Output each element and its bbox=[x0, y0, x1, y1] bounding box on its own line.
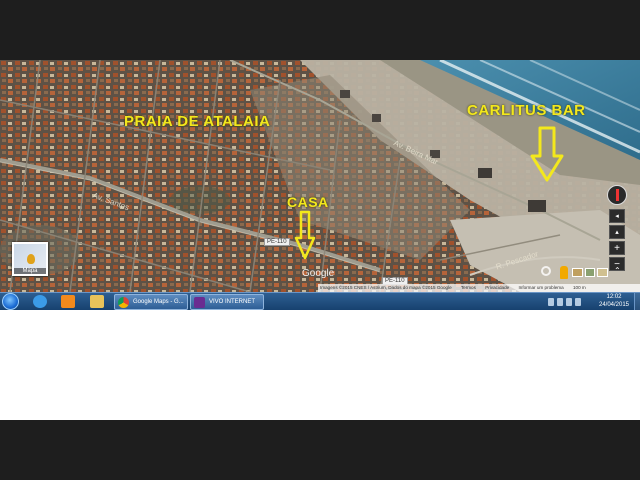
volume-icon[interactable] bbox=[557, 298, 563, 306]
screenshot-frame: PRAIA DE ATALAIA CARLITUS BAR CASA Av. S… bbox=[0, 0, 640, 480]
praia-de-atalaia-label: PRAIA DE ATALAIA bbox=[124, 113, 271, 130]
map-type-label: Mapa bbox=[14, 268, 46, 274]
map-attribution: Imagens ©2015 CNES / Astrium, Dados do m… bbox=[318, 284, 640, 292]
street-view-pegman-icon[interactable] bbox=[560, 266, 568, 279]
clock-time: 12:02 bbox=[606, 294, 622, 300]
taskbar-clock[interactable]: 12:02 24/04/2015 bbox=[596, 294, 632, 309]
start-button[interactable] bbox=[2, 293, 19, 310]
chrome-icon bbox=[118, 297, 129, 308]
report-problem-link[interactable]: Informar um problema bbox=[518, 285, 563, 290]
show-desktop-button[interactable] bbox=[634, 293, 640, 311]
settings-gear-icon[interactable] bbox=[541, 266, 551, 276]
carlitus-arrow-icon bbox=[530, 126, 564, 182]
satellite-map[interactable]: PRAIA DE ATALAIA CARLITUS BAR CASA Av. S… bbox=[0, 60, 640, 292]
imagery-strip[interactable] bbox=[572, 268, 609, 277]
map-type-thumbnail[interactable]: Mapa bbox=[12, 242, 48, 276]
file-explorer-icon[interactable] bbox=[90, 295, 104, 308]
windows-taskbar: Google Maps - G... VIVO INTERNET 12:02 2… bbox=[0, 292, 640, 311]
network-icon[interactable] bbox=[566, 298, 572, 306]
internet-explorer-icon[interactable] bbox=[33, 295, 47, 308]
google-logo: Google bbox=[302, 268, 335, 279]
terms-link[interactable]: Termos bbox=[461, 285, 476, 290]
route-badge: PE-110 bbox=[264, 238, 290, 246]
casa-label: CASA bbox=[287, 194, 329, 210]
blank-area bbox=[0, 310, 640, 420]
show-hidden-icons-icon[interactable] bbox=[548, 298, 554, 306]
compass-icon[interactable] bbox=[607, 185, 627, 205]
clock-date: 24/04/2015 bbox=[598, 301, 630, 308]
scale-bar: 100 m bbox=[572, 285, 586, 290]
top-letterbox bbox=[0, 0, 640, 60]
privacy-link[interactable]: Privacidade bbox=[485, 285, 509, 290]
taskbar-item-label: Google Maps - G... bbox=[133, 299, 184, 305]
expand-chevron-icon[interactable]: ⌃ bbox=[614, 266, 624, 278]
taskbar-item-label: VIVO INTERNET bbox=[209, 299, 256, 305]
taskbar-item-vivo-internet[interactable]: VIVO INTERNET bbox=[190, 294, 264, 310]
pegman-icon bbox=[27, 254, 35, 264]
zoom-in-button[interactable]: + bbox=[609, 241, 625, 255]
carlitus-bar-label: CARLITUS BAR bbox=[467, 102, 586, 119]
bottom-letterbox bbox=[0, 420, 640, 480]
tilt-button[interactable]: ▴ bbox=[609, 225, 625, 239]
casa-arrow-icon bbox=[294, 210, 316, 260]
imagery-credit: Imagens ©2015 CNES / Astrium, Dados do m… bbox=[320, 285, 452, 290]
flag-icon[interactable] bbox=[575, 298, 581, 306]
rotate-button[interactable]: ◂ bbox=[609, 209, 625, 223]
vivo-icon bbox=[194, 297, 205, 308]
taskbar-item-google-maps[interactable]: Google Maps - G... bbox=[114, 294, 188, 310]
media-player-icon[interactable] bbox=[61, 295, 75, 308]
